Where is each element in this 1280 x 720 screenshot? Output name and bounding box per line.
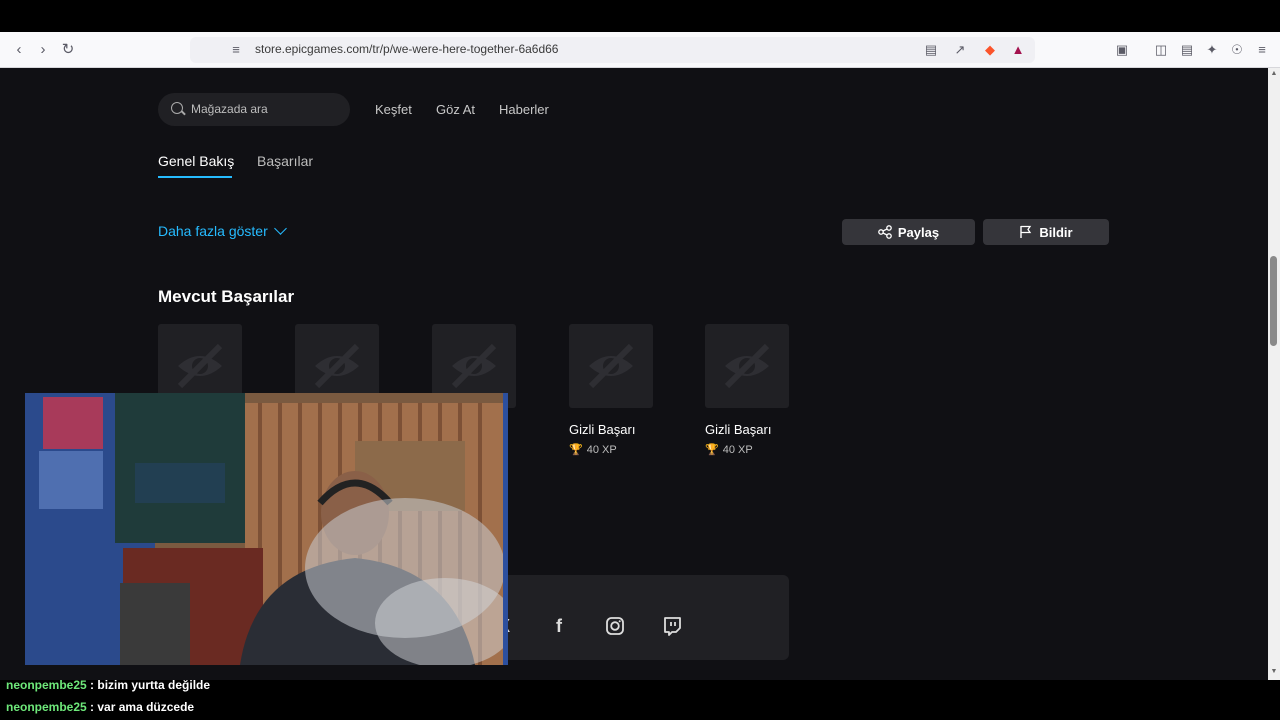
achievement-xp-value: 40 XP <box>586 444 617 456</box>
achievement-xp-value: 40 XP <box>722 444 753 456</box>
search-icon <box>171 102 183 114</box>
share-page-icon[interactable]: ↗ <box>952 42 968 58</box>
wallet-icon[interactable]: ▤ <box>1178 41 1196 59</box>
tab-active-indicator <box>158 176 232 178</box>
trophy-icon: 🏆 <box>705 444 719 456</box>
chat-text: : var ama düzcede <box>86 700 195 714</box>
instagram-icon[interactable] <box>603 614 627 638</box>
achievement-tile[interactable] <box>569 324 653 408</box>
achievement-tile[interactable] <box>705 324 789 408</box>
twitch-icon[interactable] <box>660 614 684 638</box>
facebook-icon[interactable]: f <box>547 614 571 638</box>
forward-icon[interactable]: › <box>34 41 52 59</box>
nav-browse[interactable]: Göz At <box>436 102 475 117</box>
top-black-strip <box>0 0 1280 32</box>
chat-message: neonpembe25 : var ama düzcede <box>6 700 194 714</box>
browser-toolbar: ‹ › ↻ □ ≡ store.epicgames.com/tr/p/we-we… <box>0 32 1280 68</box>
social-links: X f <box>480 575 789 660</box>
show-more-label: Daha fazla göster <box>158 223 268 239</box>
show-more-button[interactable]: Daha fazla göster <box>158 222 287 239</box>
store-search[interactable]: Mağazada ara <box>158 93 350 126</box>
hidden-eye-icon <box>724 343 770 389</box>
chevron-down-icon <box>273 222 287 235</box>
tab-overview[interactable]: Genel Bakış <box>158 153 234 169</box>
leo-ai-icon[interactable]: ✦ <box>1203 41 1221 59</box>
back-icon[interactable]: ‹ <box>10 41 28 59</box>
chat-message: neonpembe25 : bizim yurtta değilde <box>6 678 210 692</box>
tab-achievements[interactable]: Başarılar <box>257 153 313 169</box>
brave-shields-icon[interactable]: ◆ <box>982 42 998 58</box>
nav-news[interactable]: Haberler <box>499 102 549 117</box>
screenshot-icon[interactable]: ▣ <box>1113 41 1131 59</box>
chat-username: neonpembe25 <box>6 678 87 692</box>
site-info-icon[interactable]: ≡ <box>228 42 244 58</box>
vpn-icon[interactable]: ☉ <box>1228 41 1246 59</box>
chat-text: : bizim yurtta değilde <box>86 678 211 692</box>
achievement-name: Gizli Başarı <box>569 422 636 437</box>
trophy-icon: 🏆 <box>569 444 583 456</box>
reader-mode-icon[interactable]: ▤ <box>923 42 939 58</box>
achievement-name: Gizli Başarı <box>705 422 772 437</box>
nav-discover[interactable]: Keşfet <box>375 102 412 117</box>
address-bar[interactable]: ≡ store.epicgames.com/tr/p/we-were-here-… <box>190 37 1035 63</box>
achievement-xp: 🏆 40 XP <box>705 443 753 456</box>
share-icon <box>878 225 892 239</box>
scrollbar-thumb[interactable] <box>1270 256 1277 346</box>
flag-icon <box>1020 225 1032 238</box>
hidden-eye-icon <box>588 343 634 389</box>
share-button[interactable]: Paylaş <box>842 219 975 245</box>
report-button[interactable]: Bildir <box>983 219 1109 245</box>
chat-username: neonpembe25 <box>6 700 87 714</box>
brave-rewards-icon[interactable]: ▲ <box>1010 42 1026 58</box>
page-scrollbar[interactable]: ▲ ▼ <box>1268 68 1280 680</box>
reload-icon[interactable]: ↻ <box>59 41 77 59</box>
report-label: Bildir <box>1039 224 1073 240</box>
achievement-xp: 🏆 40 XP <box>569 443 617 456</box>
share-label: Paylaş <box>897 224 940 240</box>
webcam-feed-image <box>25 393 508 665</box>
menu-icon[interactable]: ≡ <box>1253 41 1271 59</box>
url-text[interactable]: store.epicgames.com/tr/p/we-were-here-to… <box>255 42 558 56</box>
scroll-down-icon[interactable]: ▼ <box>1270 668 1278 675</box>
stream-chat: neonpembe25 : bizim yurtta değilde neonp… <box>0 678 1280 720</box>
search-input[interactable]: Mağazada ara <box>191 102 268 116</box>
available-achievements-title: Mevcut Başarılar <box>158 287 295 306</box>
webcam-overlay <box>25 393 508 665</box>
scroll-up-icon[interactable]: ▲ <box>1270 70 1278 77</box>
sidebar-icon[interactable]: ◫ <box>1152 41 1170 59</box>
